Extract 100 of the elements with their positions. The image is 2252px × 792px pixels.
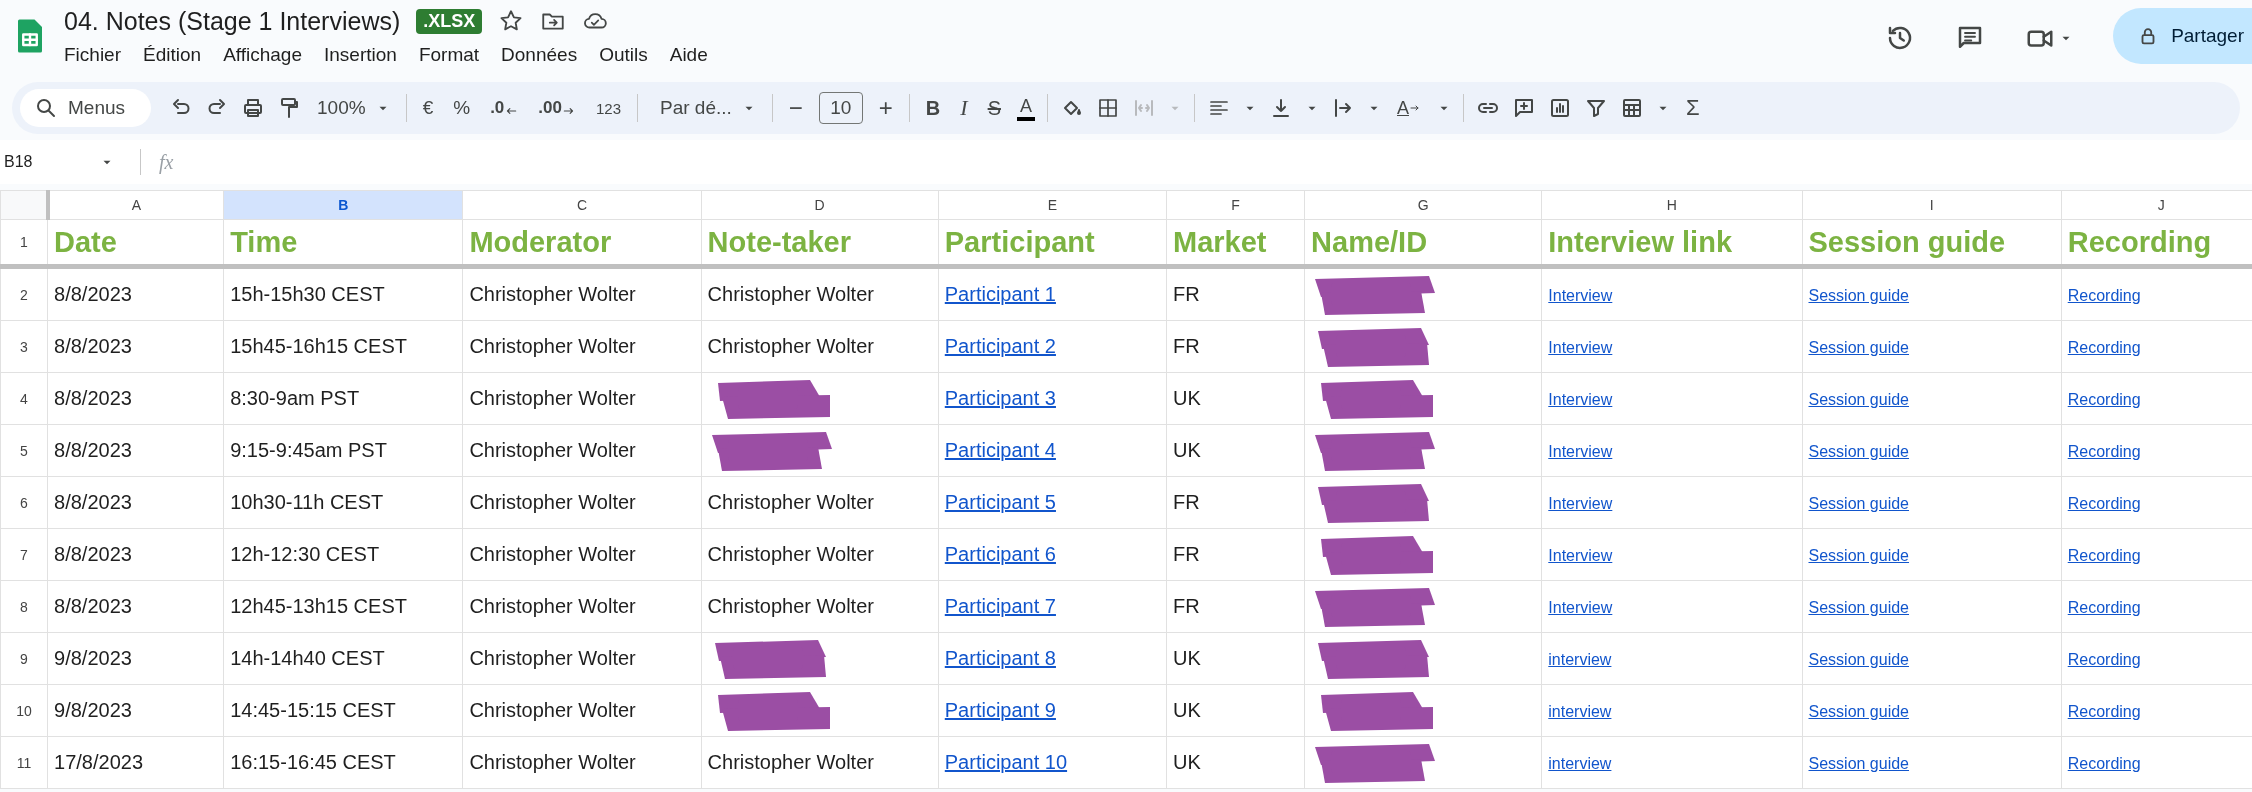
increase-decimal-button[interactable]: .00 [534, 98, 580, 118]
cell-link[interactable]: Recording [2067, 547, 2141, 564]
column-header[interactable]: J [2061, 190, 2252, 220]
column-header[interactable]: D [701, 190, 939, 220]
cell-link[interactable]: Interview [1548, 547, 1613, 564]
row-header[interactable]: 4 [0, 372, 48, 425]
table-icon[interactable] [1620, 96, 1644, 120]
cell-text: UK [1172, 647, 1201, 669]
menu-item[interactable]: Affichage [223, 42, 302, 68]
cell-text: 8/8/2023 [54, 283, 132, 305]
cell-link[interactable]: Session guide [1808, 287, 1909, 304]
cell-link[interactable]: Session guide [1808, 703, 1909, 720]
participant-link[interactable]: Participant 1 [944, 283, 1056, 305]
share-button[interactable]: Partager [2113, 8, 2252, 64]
search-icon [34, 96, 58, 120]
bold-button[interactable]: B [921, 96, 945, 120]
cell-link[interactable]: Session guide [1808, 495, 1909, 512]
column-header[interactable]: E [938, 190, 1167, 220]
menu-item[interactable]: Données [501, 42, 578, 68]
number-format-button[interactable]: 123 [591, 99, 625, 117]
cell-text: Christopher Wolter [707, 491, 874, 513]
cell-link[interactable]: Recording [2067, 495, 2141, 512]
cell-link[interactable]: Recording [2067, 287, 2141, 304]
cell-text: FR [1172, 595, 1200, 617]
add-comment-icon[interactable] [1512, 96, 1536, 120]
search-menus-button[interactable]: Menus [20, 89, 152, 127]
column-title: Date [47, 219, 224, 267]
text-color-button[interactable]: A [1016, 95, 1035, 121]
document-title[interactable]: 04. Notes (Stage 1 Interviews) [64, 6, 401, 36]
cell-link[interactable]: interview [1548, 703, 1612, 720]
cell-text: Christopher Wolter [469, 335, 636, 357]
row-header[interactable]: 2 [0, 266, 48, 321]
menu-item[interactable]: Outils [599, 42, 648, 68]
menu-item[interactable]: Aide [669, 42, 708, 68]
column-title: Market [1166, 219, 1305, 267]
cell-link[interactable]: Session guide [1808, 651, 1909, 668]
decrease-decimal-button[interactable]: .0 [486, 98, 523, 118]
column-header[interactable]: B [223, 190, 463, 220]
cell-link[interactable]: Session guide [1808, 339, 1909, 356]
column-header[interactable]: C [462, 190, 702, 220]
strikethrough-button[interactable]: S [983, 96, 1005, 120]
row-header[interactable]: 7 [0, 528, 48, 581]
formula-label: fx [159, 150, 174, 174]
cell-link[interactable]: Interview [1548, 443, 1613, 460]
italic-button[interactable]: I [956, 95, 972, 121]
cell-text: Christopher Wolter [707, 595, 874, 617]
cell-link[interactable]: Recording [2067, 755, 2141, 772]
row-header[interactable]: 6 [0, 476, 48, 529]
cell-link[interactable]: Interview [1548, 287, 1613, 304]
menu-item[interactable]: Format [418, 42, 480, 68]
currency-button[interactable]: € [418, 97, 438, 119]
cell-text: 12h-12:30 CEST [230, 543, 380, 565]
cell-link[interactable]: Recording [2067, 391, 2141, 408]
cell-link[interactable]: Recording [2067, 599, 2141, 616]
column-header[interactable]: H [1541, 190, 1802, 220]
cell-link[interactable]: Interview [1548, 599, 1613, 616]
cell-link[interactable]: Interview [1548, 391, 1613, 408]
cell-link[interactable]: Recording [2067, 651, 2141, 668]
column-header[interactable]: A [47, 190, 224, 220]
row-header[interactable]: 5 [0, 424, 48, 477]
cell-link[interactable]: Recording [2067, 339, 2141, 356]
decrease-font-size-button[interactable]: − [784, 94, 807, 122]
font-dropdown[interactable]: Par dé... [650, 97, 760, 119]
row-header[interactable]: 11 [0, 736, 48, 789]
column-header[interactable]: F [1166, 190, 1305, 220]
cell-link[interactable]: Recording [2067, 703, 2141, 720]
name-box[interactable]: B18 [0, 153, 122, 171]
column-title: Moderator [462, 219, 702, 267]
cell-link[interactable]: Session guide [1808, 547, 1909, 564]
percent-button[interactable]: % [449, 97, 475, 119]
cell-link[interactable]: interview [1548, 755, 1612, 772]
cell-link[interactable]: Interview [1548, 495, 1613, 512]
cell-link[interactable]: Session guide [1808, 599, 1909, 616]
font-size-field[interactable]: 10 [818, 92, 863, 124]
menu-item[interactable]: Fichier [64, 42, 121, 68]
cell-text: 15h-15h30 CEST [230, 283, 385, 305]
cell-link[interactable]: interview [1548, 651, 1612, 668]
cell-link[interactable]: Session guide [1808, 755, 1909, 772]
row-header[interactable]: 10 [0, 684, 48, 737]
functions-button[interactable]: Σ [1682, 95, 1704, 121]
cell-text: Christopher Wolter [469, 595, 636, 617]
menu-item[interactable]: Insertion [324, 42, 397, 68]
borders-icon[interactable] [1096, 96, 1120, 120]
zoom-dropdown[interactable]: 100% [313, 97, 394, 119]
row-header[interactable]: 8 [0, 580, 48, 633]
row-header[interactable]: 9 [0, 632, 48, 685]
cell-link[interactable]: Recording [2067, 443, 2141, 460]
cell-text: Christopher Wolter [469, 387, 636, 409]
chart-icon[interactable] [1548, 96, 1572, 120]
cell-link[interactable]: Session guide [1808, 391, 1909, 408]
column-header[interactable]: I [1802, 190, 2062, 220]
text-rotation-button[interactable]: A [1393, 97, 1425, 119]
column-header[interactable]: G [1304, 190, 1542, 220]
cell-link[interactable]: Interview [1548, 339, 1613, 356]
cell-link[interactable]: Session guide [1808, 443, 1909, 460]
increase-font-size-button[interactable]: + [874, 94, 897, 122]
row-header[interactable]: 3 [0, 320, 48, 373]
menu-item[interactable]: Édition [143, 42, 202, 68]
row-header[interactable]: 1 [0, 219, 48, 267]
cell-text: FR [1172, 283, 1200, 305]
